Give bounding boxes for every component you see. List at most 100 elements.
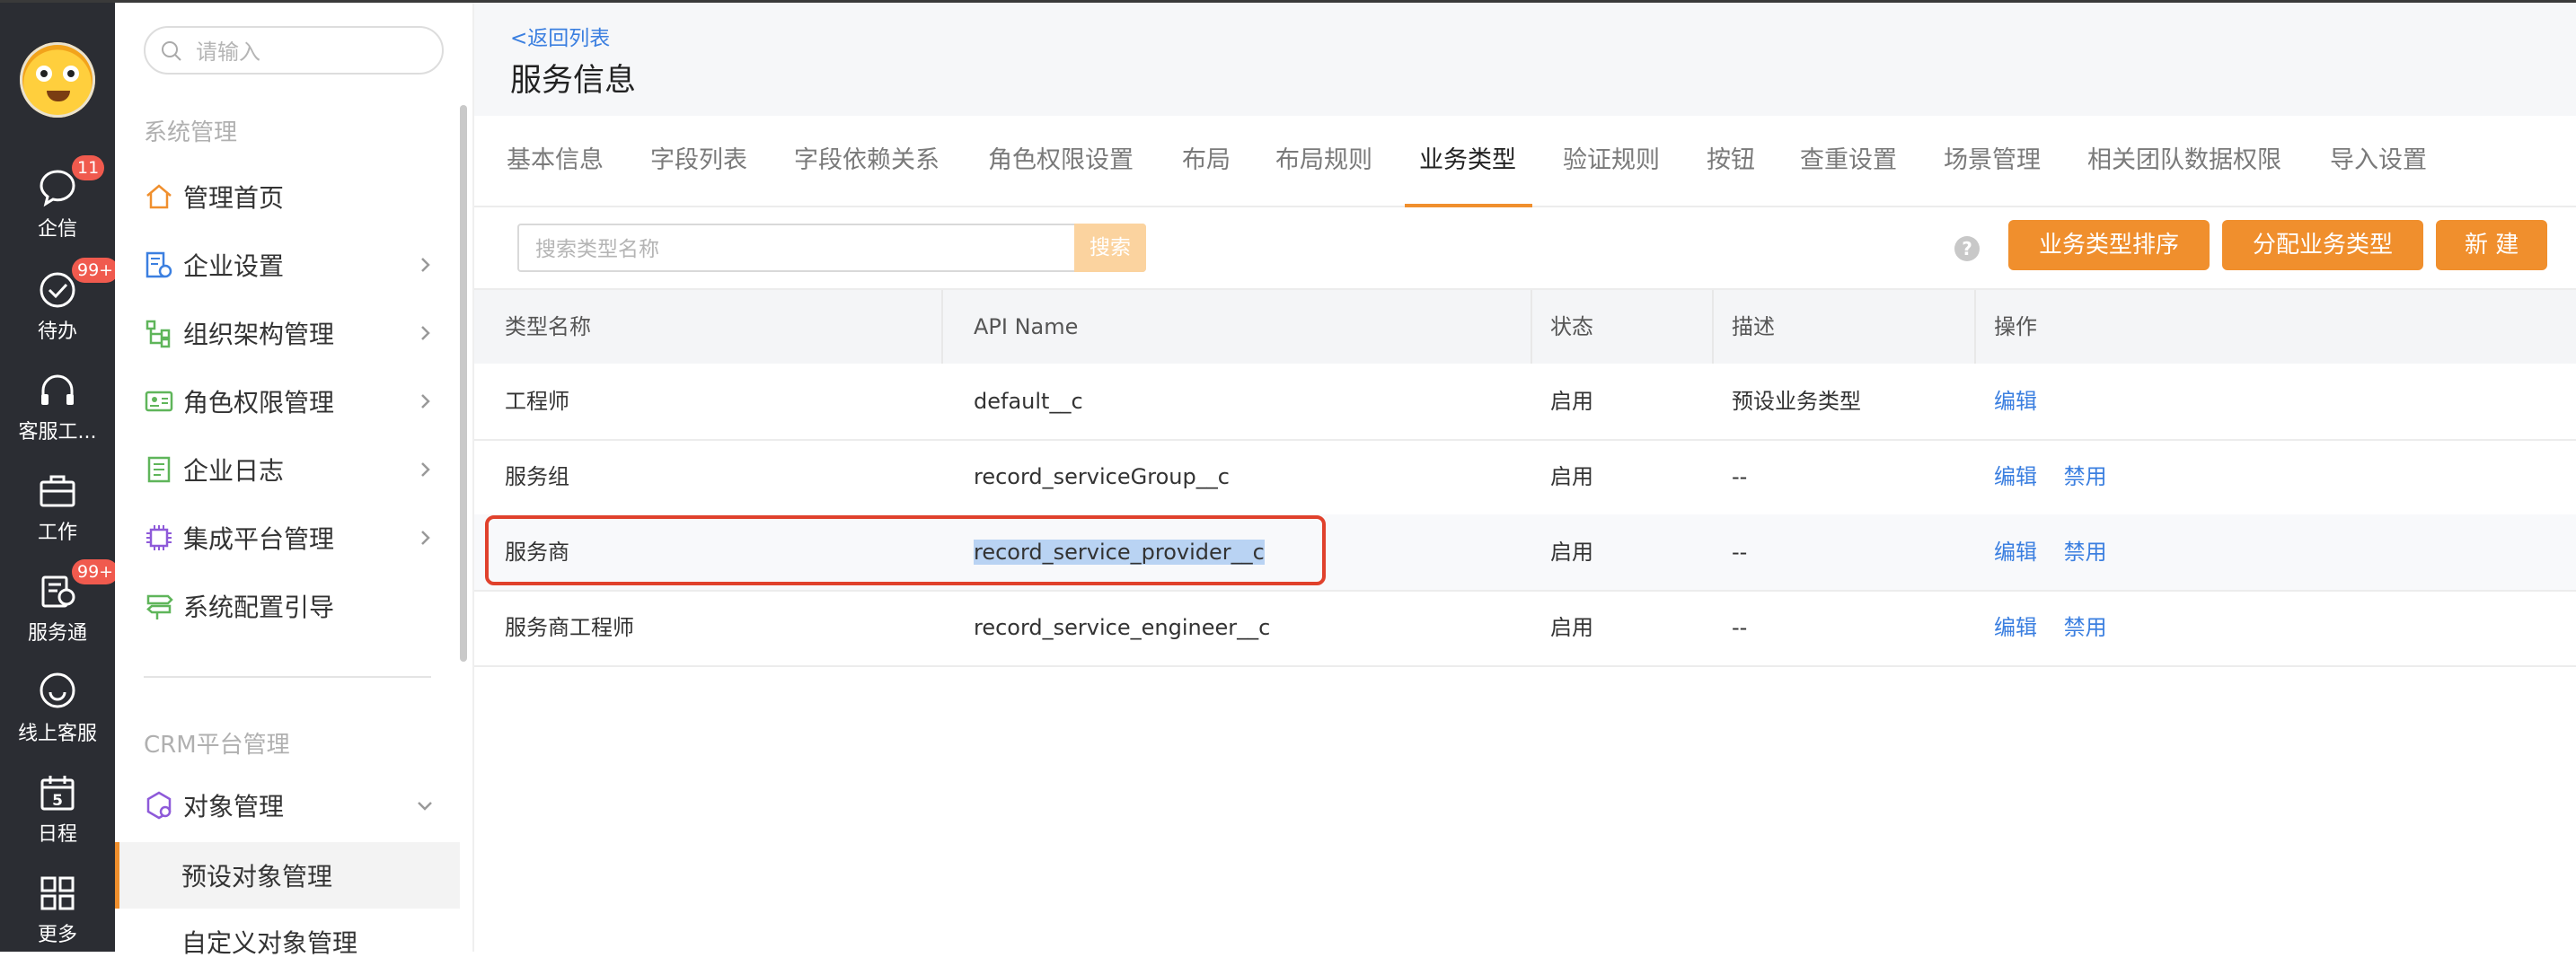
search-icon	[162, 41, 181, 61]
sidebar-item-company-settings[interactable]: 企业设置	[144, 238, 453, 292]
cell-actions: 编辑 禁用	[1976, 439, 2127, 514]
main-content: <返回列表 服务信息 基本信息 字段列表 字段依赖关系 角色权限设置 布局 布局…	[474, 3, 2576, 952]
sidebar-sub-preset-objects[interactable]: 预设对象管理	[115, 842, 460, 909]
cell-actions: 编辑	[1976, 364, 2057, 439]
cell-status: 启用	[1550, 540, 1593, 565]
tab-role-permission[interactable]: 角色权限设置	[988, 116, 1134, 206]
rail-label: 线上客服	[17, 723, 97, 745]
rail-label: 服务通	[27, 622, 87, 645]
disable-link[interactable]: 禁用	[2064, 540, 2107, 565]
sidebar-item-label: 组织架构管理	[183, 320, 335, 349]
rail-item-service[interactable]: 99+ 服务通	[0, 559, 119, 646]
tab-validation-rules[interactable]: 验证规则	[1563, 116, 1660, 206]
sidebar-item-label: 集成平台管理	[183, 524, 335, 554]
rail-label: 更多	[37, 924, 77, 946]
disable-link[interactable]: 禁用	[2064, 615, 2107, 640]
sidebar-item-label: 管理首页	[183, 183, 285, 213]
sort-business-type-button[interactable]: 业务类型排序	[2008, 220, 2210, 270]
tab-dedup-settings[interactable]: 查重设置	[1800, 116, 1897, 206]
edit-link[interactable]: 编辑	[1994, 615, 2037, 640]
rail-item-online-service[interactable]: 线上客服	[0, 671, 115, 746]
tab-bar: 基本信息 字段列表 字段依赖关系 角色权限设置 布局 布局规则 业务类型 验证规…	[474, 116, 2576, 207]
sidebar-search[interactable]	[144, 26, 444, 75]
tab-business-type[interactable]: 业务类型	[1419, 116, 1516, 206]
back-to-list-link[interactable]: <返回列表	[510, 21, 610, 51]
headset-icon	[36, 369, 79, 412]
page-title: 服务信息	[510, 63, 637, 99]
disable-link[interactable]: 禁用	[2064, 464, 2107, 489]
type-search-box	[517, 224, 1146, 272]
search-button[interactable]: 搜索	[1074, 224, 1146, 272]
cell-api-name: record_service_engineer__c	[974, 615, 1271, 640]
rail-item-todo[interactable]: 99+ 待办	[0, 258, 119, 344]
table-header: 类型名称 API Name 状态 描述 操作	[474, 288, 2576, 364]
tab-field-list[interactable]: 字段列表	[650, 116, 747, 206]
rail-item-work[interactable]: 工作	[0, 470, 115, 545]
rail-item-calendar[interactable]: 5 日程	[0, 771, 115, 847]
cell-api-name: record_service_provider__c	[943, 514, 1265, 590]
sidebar-item-admin-home[interactable]: 管理首页	[144, 170, 453, 224]
sidebar-item-org-structure[interactable]: 组织架构管理	[144, 306, 453, 360]
cell-description: --	[1732, 540, 1748, 565]
sidebar-item-integration-platform[interactable]: 集成平台管理	[144, 511, 453, 565]
sidebar-item-company-log[interactable]: 企业日志	[144, 443, 453, 496]
rail-item-qixin[interactable]: 11 企信	[0, 155, 115, 242]
assign-business-type-button[interactable]: 分配业务类型	[2222, 220, 2424, 270]
tab-field-dependency[interactable]: 字段依赖关系	[794, 116, 940, 206]
col-status: 状态	[1532, 290, 1714, 364]
chevron-right-icon	[421, 462, 430, 477]
settings-sidebar: 系统管理 管理首页 企业设置 组织架构管理 角色权限管理 企业日志 集成平台管理…	[115, 3, 474, 958]
type-search-input[interactable]	[534, 233, 1112, 267]
tab-import-settings[interactable]: 导入设置	[2330, 116, 2427, 206]
tab-basic-info[interactable]: 基本信息	[507, 116, 604, 206]
calendar-icon: 5	[36, 771, 79, 814]
rail-item-more[interactable]: 更多	[0, 872, 115, 947]
col-api-name: API Name	[943, 290, 1532, 364]
cell-api-name: default__c	[974, 389, 1083, 414]
sidebar-item-label: 角色权限管理	[183, 388, 335, 417]
cell-type-name: 服务组	[505, 464, 569, 489]
chat-icon: 11	[36, 155, 105, 209]
tab-buttons[interactable]: 按钮	[1707, 116, 1755, 206]
tab-layout-rules[interactable]: 布局规则	[1275, 116, 1372, 206]
calendar-day: 5	[52, 792, 63, 810]
user-avatar[interactable]	[20, 42, 95, 118]
tab-team-data-permission[interactable]: 相关团队数据权限	[2087, 116, 2281, 206]
sidebar-item-label: 企业日志	[183, 456, 285, 486]
rail-label: 企信	[37, 218, 77, 241]
org-tree-icon	[144, 318, 174, 348]
rail-label: 日程	[37, 823, 77, 846]
sidebar-search-input[interactable]	[194, 35, 431, 69]
sidebar-sub-custom-objects[interactable]: 自定义对象管理	[115, 909, 460, 975]
rail-label: 待办	[37, 321, 77, 343]
sidebar-item-label: 对象管理	[183, 792, 285, 821]
sidebar-item-role-permissions[interactable]: 角色权限管理	[144, 374, 453, 428]
cube-gear-icon	[144, 790, 174, 821]
cell-description: --	[1732, 615, 1748, 640]
cell-type-name: 工程师	[505, 389, 569, 414]
cell-actions: 编辑 禁用	[1976, 514, 2127, 590]
edit-link[interactable]: 编辑	[1994, 540, 2037, 565]
cell-type-name: 服务商工程师	[505, 615, 634, 640]
col-description: 描述	[1714, 290, 1976, 364]
new-button[interactable]: 新 建	[2436, 220, 2548, 270]
edit-link[interactable]: 编辑	[1994, 464, 2037, 489]
sidebar-scrollbar[interactable]	[460, 105, 467, 662]
rail-item-customer-service[interactable]: 客服工...	[0, 369, 115, 444]
selected-api-name[interactable]: record_service_provider__c	[974, 540, 1265, 565]
cell-status: 启用	[1550, 464, 1593, 489]
sidebar-item-object-management[interactable]: 对象管理	[144, 778, 453, 832]
tab-layout[interactable]: 布局	[1182, 116, 1231, 206]
rail-badge: 99+	[72, 258, 119, 283]
toolbar: 搜索 ? 业务类型排序 分配业务类型 新 建	[474, 207, 2576, 288]
home-icon	[144, 181, 174, 212]
service-doc-icon: 99+	[36, 559, 119, 613]
help-icon[interactable]: ?	[1954, 236, 1980, 261]
rail-badge: 99+	[72, 559, 119, 584]
tab-scene-management[interactable]: 场景管理	[1944, 116, 2041, 206]
sidebar-item-config-guide[interactable]: 系统配置引导	[144, 579, 453, 633]
col-actions: 操作	[1994, 314, 2037, 339]
edit-link[interactable]: 编辑	[1994, 389, 2037, 414]
id-card-icon	[144, 386, 174, 417]
sidebar-item-label: 企业设置	[183, 251, 285, 281]
